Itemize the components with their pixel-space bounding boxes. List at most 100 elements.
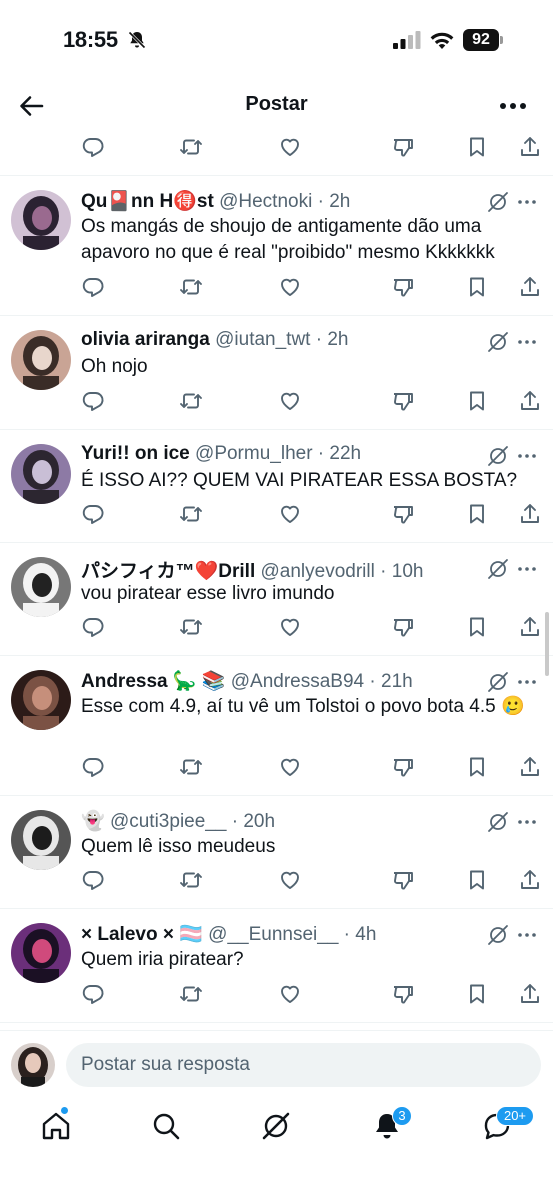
home-icon [42,1112,70,1140]
user-handle[interactable]: @Hectnoki [219,191,312,212]
dislike-icon[interactable] [391,982,415,1006]
repost-icon[interactable] [179,868,203,892]
display-name[interactable]: パシフィカ™❤️Drill [81,561,255,582]
avatar[interactable] [11,670,71,730]
grok-icon[interactable] [487,445,509,467]
dislike-icon[interactable] [391,135,415,159]
separator-dot: · [312,191,330,212]
repost-icon[interactable] [179,502,203,526]
grok-icon[interactable] [487,191,509,213]
bookmark-icon[interactable] [465,868,489,892]
repost-icon[interactable] [179,755,203,779]
avatar[interactable] [11,444,71,504]
avatar[interactable] [11,557,71,617]
share-icon[interactable] [518,615,542,639]
dislike-icon[interactable] [391,615,415,639]
more-horizontal-icon[interactable] [516,671,538,693]
user-handle[interactable]: @cuti3piee__ [110,811,226,832]
grok-icon[interactable] [487,811,509,833]
user-handle[interactable]: @Pormu_lher [195,443,313,464]
bookmark-icon[interactable] [465,502,489,526]
tab-grok[interactable] [260,1110,292,1142]
more-horizontal-icon[interactable] [516,924,538,946]
avatar[interactable] [11,810,71,870]
reply-text: vou piratear esse livro imundo [81,583,335,604]
share-icon[interactable] [518,502,542,526]
tab-search[interactable] [150,1110,182,1142]
display-name[interactable]: Yuri!! on ice [81,443,190,464]
like-icon[interactable] [278,755,302,779]
avatar[interactable] [11,190,71,250]
share-icon[interactable] [518,275,542,299]
repost-icon[interactable] [179,982,203,1006]
bookmark-icon[interactable] [465,982,489,1006]
bookmark-icon[interactable] [465,135,489,159]
dislike-icon[interactable] [391,389,415,413]
separator-dot: · [338,924,356,945]
like-icon[interactable] [278,615,302,639]
reply-icon[interactable] [81,615,105,639]
reply-icon[interactable] [81,502,105,526]
grok-icon[interactable] [487,558,509,580]
reply-header: Yuri!! on ice @Pormu_lher · 22h [81,443,361,467]
bookmark-icon[interactable] [465,389,489,413]
dislike-icon[interactable] [391,755,415,779]
separator-dot: · [312,443,330,464]
like-icon[interactable] [278,502,302,526]
reply-icon[interactable] [81,389,105,413]
bookmark-icon[interactable] [465,275,489,299]
like-icon[interactable] [278,135,302,159]
user-handle[interactable]: @AndressaB94 [231,671,364,692]
more-horizontal-icon[interactable] [516,191,538,213]
like-icon[interactable] [278,982,302,1006]
like-icon[interactable] [278,275,302,299]
share-icon[interactable] [518,982,542,1006]
repost-icon[interactable] [179,135,203,159]
bookmark-icon[interactable] [465,615,489,639]
repost-icon[interactable] [179,389,203,413]
dislike-icon[interactable] [391,868,415,892]
reply-input[interactable]: Postar sua resposta [66,1043,541,1087]
avatar[interactable] [11,1043,55,1087]
notifications-badge: 3 [392,1106,412,1126]
more-horizontal-icon[interactable] [498,95,528,117]
share-icon[interactable] [518,755,542,779]
repost-icon[interactable] [179,275,203,299]
display-name[interactable]: olivia ariranga [81,329,210,350]
avatar[interactable] [11,923,71,983]
grok-icon[interactable] [487,671,509,693]
reply-icon[interactable] [81,755,105,779]
display-name[interactable]: Qu🎴nn H🉐st [81,191,214,212]
repost-icon[interactable] [179,615,203,639]
reply-icon[interactable] [81,275,105,299]
scrollbar[interactable] [545,612,549,676]
like-icon[interactable] [278,389,302,413]
reply-icon[interactable] [81,868,105,892]
user-handle[interactable]: @__Eunnsei__ [208,924,338,945]
share-icon[interactable] [518,135,542,159]
share-icon[interactable] [518,868,542,892]
tab-home[interactable] [40,1110,72,1142]
like-icon[interactable] [278,868,302,892]
reply-icon[interactable] [81,135,105,159]
dislike-icon[interactable] [391,275,415,299]
user-handle[interactable]: @iutan_twt [215,329,310,350]
display-name[interactable]: × Lalevo × 🏳️‍⚧️ [81,924,203,945]
post-time: 10h [391,561,424,582]
more-horizontal-icon[interactable] [516,331,538,353]
user-handle[interactable]: @anlyevodrill [261,561,375,582]
grok-icon[interactable] [487,924,509,946]
more-horizontal-icon[interactable] [516,445,538,467]
dislike-icon[interactable] [391,502,415,526]
avatar[interactable] [11,330,71,390]
grok-icon[interactable] [487,331,509,353]
display-name[interactable]: 👻 [81,811,105,832]
reply-icon[interactable] [81,982,105,1006]
share-icon[interactable] [518,389,542,413]
bookmark-icon[interactable] [465,755,489,779]
divider [0,429,553,430]
more-horizontal-icon[interactable] [516,811,538,833]
display-name[interactable]: Andressa 🦕 📚 [81,671,225,692]
separator-dot: · [364,671,382,692]
more-horizontal-icon[interactable] [516,558,538,580]
